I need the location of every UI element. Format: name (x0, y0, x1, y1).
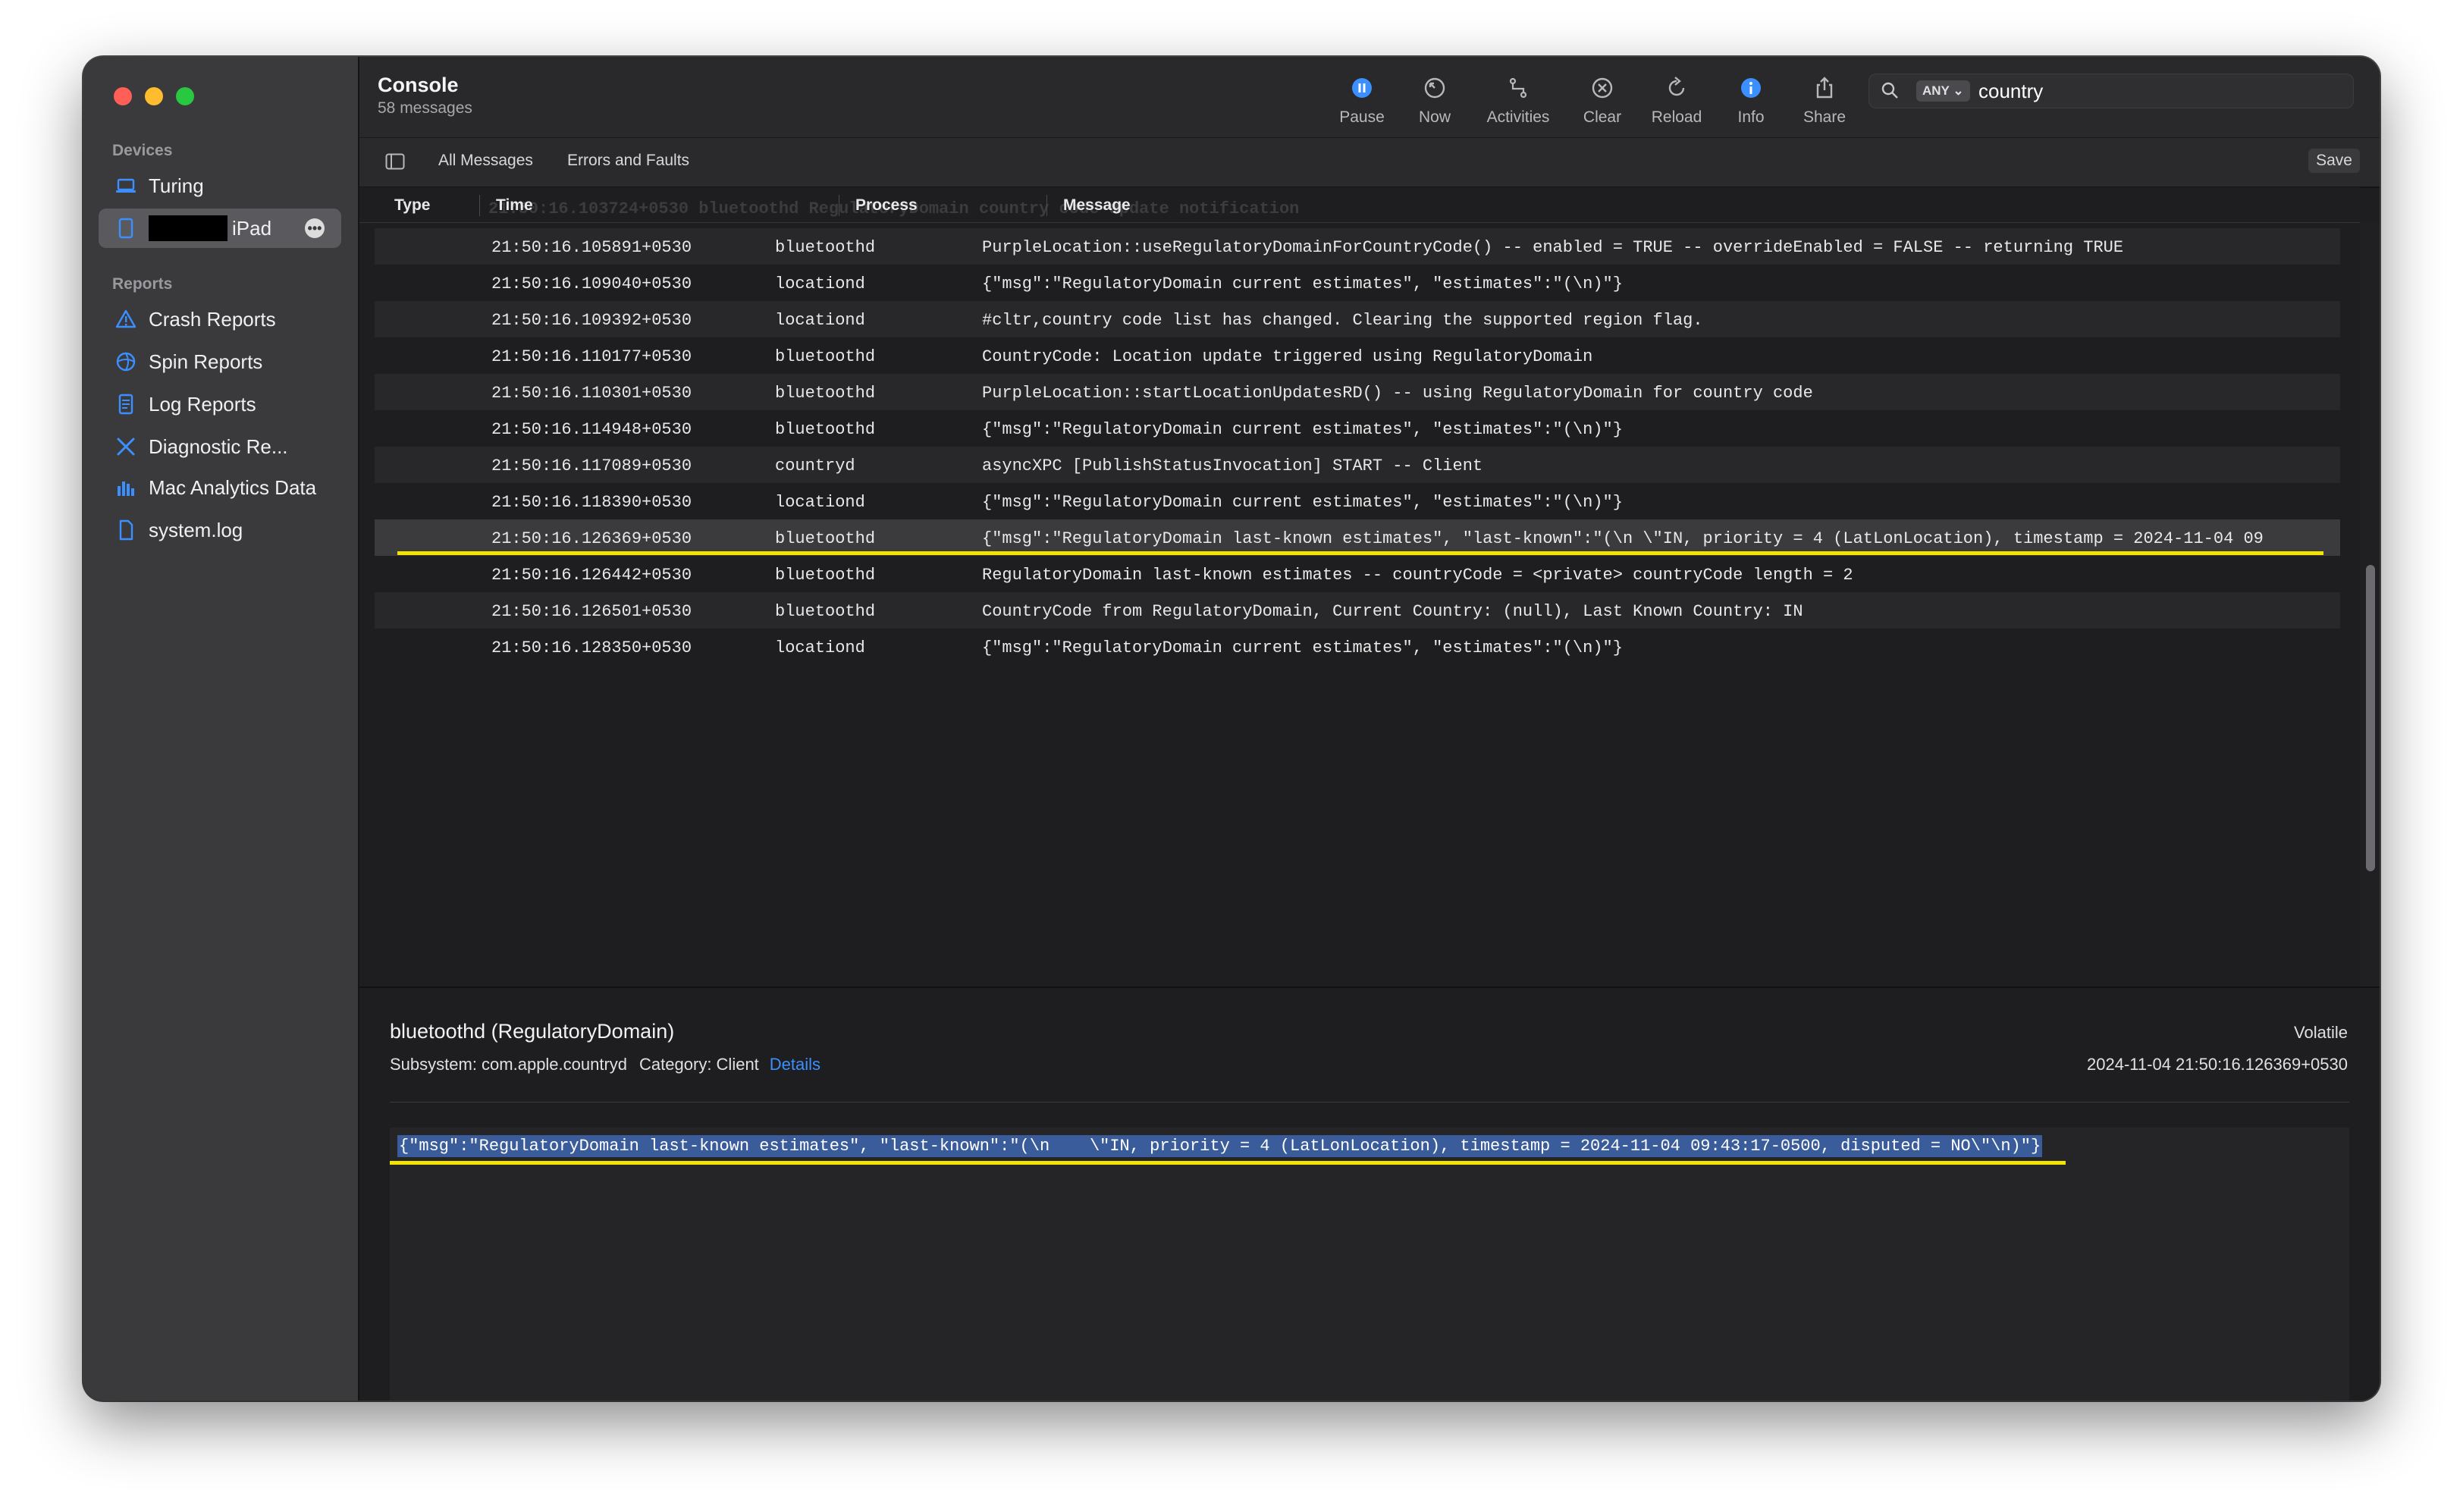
chevron-down-icon: ⌄ (1953, 83, 1964, 98)
activities-button[interactable]: Activities (1476, 75, 1560, 127)
detail-category: Category: Client (639, 1055, 759, 1074)
detail-volatile: Volatile (2294, 1023, 2348, 1042)
filter-errors-and-faults[interactable]: Errors and Faults (567, 152, 689, 170)
table-row[interactable]: 21:50:16.126442+0530 bluetoothd Regulatory… (375, 556, 2340, 592)
detail-subsystem: Subsystem: com.apple.countryd (390, 1055, 628, 1074)
scrollbar-thumb[interactable] (2366, 565, 2375, 871)
now-icon (1422, 75, 1448, 101)
sidebar-item-log-reports[interactable]: Log Reports (99, 384, 341, 424)
share-button[interactable]: Share (1783, 75, 1866, 127)
details-link[interactable]: Details (770, 1055, 820, 1074)
sidebar-item-label: Log Reports (149, 392, 256, 416)
column-separator[interactable] (1046, 195, 1047, 216)
column-time[interactable]: Time (496, 196, 533, 215)
sidebar-item-label: Diagnostic Re... (149, 434, 288, 458)
table-row[interactable]: 21:50:16.118390+0530 locationd {"msg":"Reg… (375, 483, 2340, 519)
close-window-button[interactable] (114, 87, 132, 105)
console-window: Devices Turing iPad ••• Reports Crash Re… (83, 57, 2380, 1401)
detail-message-box[interactable]: {"msg":"RegulatoryDomain last-known esti… (390, 1128, 2349, 1401)
sidebar-item-label: system.log (149, 518, 243, 541)
bar-chart-icon (115, 477, 136, 498)
column-process[interactable]: Process (855, 196, 918, 215)
sidebar-item-label: Turing (149, 174, 204, 197)
sidebar: Devices Turing iPad ••• Reports Crash Re… (83, 57, 359, 1401)
main-content: Console 58 messages Pause Now Activities (359, 57, 2380, 1401)
table-row[interactable]: 21:50:16.114948+0530 bluetoothd {"msg":"Re… (375, 410, 2340, 447)
info-button[interactable]: Info (1709, 75, 1793, 127)
table-row[interactable]: 21:50:16.105891+0530 bluetoothd PurpleLoca… (375, 228, 2340, 265)
search-scope-token[interactable]: ANY ⌄ (1916, 80, 1970, 102)
filter-all-messages[interactable]: All Messages (438, 152, 533, 170)
search-input[interactable]: country (1978, 80, 2043, 103)
ipad-icon (115, 218, 136, 239)
search-field[interactable]: ANY ⌄ country (1868, 74, 2354, 108)
column-message[interactable]: Message (1063, 196, 1131, 215)
detail-pane: bluetoothd (RegulatoryDomain) Subsystem:… (359, 987, 2380, 1401)
detail-message-text[interactable]: {"msg":"RegulatoryDomain last-known esti… (397, 1135, 2043, 1157)
sidebar-item-turing[interactable]: Turing (99, 166, 341, 205)
detail-title: bluetoothd (RegulatoryDomain) (390, 1020, 675, 1043)
document-icon (115, 394, 136, 415)
pause-icon (1349, 75, 1375, 101)
share-icon (1812, 75, 1837, 101)
table-row[interactable]: 21:50:16.110301+0530 bluetoothd PurpleLoca… (375, 374, 2340, 410)
sidebar-item-system-log[interactable]: system.log (99, 510, 341, 550)
reports-heading: Reports (112, 275, 173, 293)
spin-icon (115, 351, 136, 372)
reload-icon (1664, 75, 1690, 101)
file-icon (115, 519, 136, 541)
redacted-device-name (149, 215, 227, 241)
column-type[interactable]: Type (394, 196, 430, 215)
message-count: 58 messages (378, 99, 472, 117)
info-icon (1738, 75, 1764, 101)
save-button[interactable]: Save (2308, 149, 2360, 173)
sidebar-item-mac-analytics[interactable]: Mac Analytics Data (99, 468, 341, 507)
toolbar: Console 58 messages Pause Now Activities (359, 57, 2380, 137)
clear-button[interactable]: Clear (1561, 75, 1644, 127)
sidebar-item-spin-reports[interactable]: Spin Reports (99, 342, 341, 381)
devices-heading: Devices (112, 142, 173, 159)
clear-icon (1589, 75, 1615, 101)
log-table: 21:50:16.105891+0530 bluetoothd PurpleLoca… (375, 228, 2340, 729)
table-row[interactable]: 21:50:16.128350+0530 locationd {"msg":"Reg… (375, 629, 2340, 665)
sidebar-item-label: Crash Reports (149, 307, 276, 331)
filter-bar: All Messages Errors and Faults Save (359, 137, 2380, 188)
table-row[interactable]: 21:50:16.110177+0530 bluetoothd CountryCod… (375, 337, 2340, 374)
sidebar-item-label: Mac Analytics Data (149, 475, 317, 499)
laptop-icon (115, 175, 136, 196)
detail-divider (390, 1102, 2349, 1103)
sidebar-item-ipad[interactable]: iPad ••• (99, 209, 341, 248)
table-row[interactable]: 21:50:16.109040+0530 locationd {"msg":"Reg… (375, 265, 2340, 301)
activities-icon (1505, 75, 1531, 101)
sidebar-item-label: Spin Reports (149, 350, 263, 373)
table-row[interactable]: 21:50:16.109392+0530 locationd #cltr,count… (375, 301, 2340, 337)
more-icon[interactable]: ••• (305, 218, 325, 238)
sidebar-toggle-icon[interactable] (385, 153, 405, 170)
warning-triangle-icon (115, 309, 136, 330)
highlight-underline (397, 551, 2323, 555)
table-row[interactable]: 21:50:16.117089+0530 countryd asyncXPC [Pu… (375, 447, 2340, 483)
now-button[interactable]: Now (1393, 75, 1476, 127)
detail-subtitle: Subsystem: com.apple.countryd Category: C… (390, 1055, 820, 1074)
zoom-window-button[interactable] (176, 87, 194, 105)
sidebar-item-crash-reports[interactable]: Crash Reports (99, 300, 341, 339)
minimize-window-button[interactable] (145, 87, 163, 105)
table-row[interactable]: 21:50:16.126501+0530 bluetoothd CountryCod… (375, 592, 2340, 629)
sidebar-item-label: iPad (232, 216, 272, 240)
table-row-selected[interactable]: 21:50:16.126369+0530 bluetoothd {"msg":"Re… (375, 519, 2340, 556)
detail-timestamp: 2024-11-04 21:50:16.126369+0530 (2087, 1055, 2348, 1074)
reload-button[interactable]: Reload (1635, 75, 1718, 127)
search-icon (1880, 80, 1900, 100)
sidebar-item-diagnostic-reports[interactable]: Diagnostic Re... (99, 427, 341, 466)
column-separator[interactable] (479, 195, 480, 216)
pause-button[interactable]: Pause (1320, 75, 1404, 127)
highlight-underline (390, 1161, 2066, 1165)
table-header: 21:50:16.103724+0530 bluetoothd Regulato… (359, 187, 2360, 223)
window-title: Console (378, 74, 459, 96)
tools-icon (115, 436, 136, 457)
